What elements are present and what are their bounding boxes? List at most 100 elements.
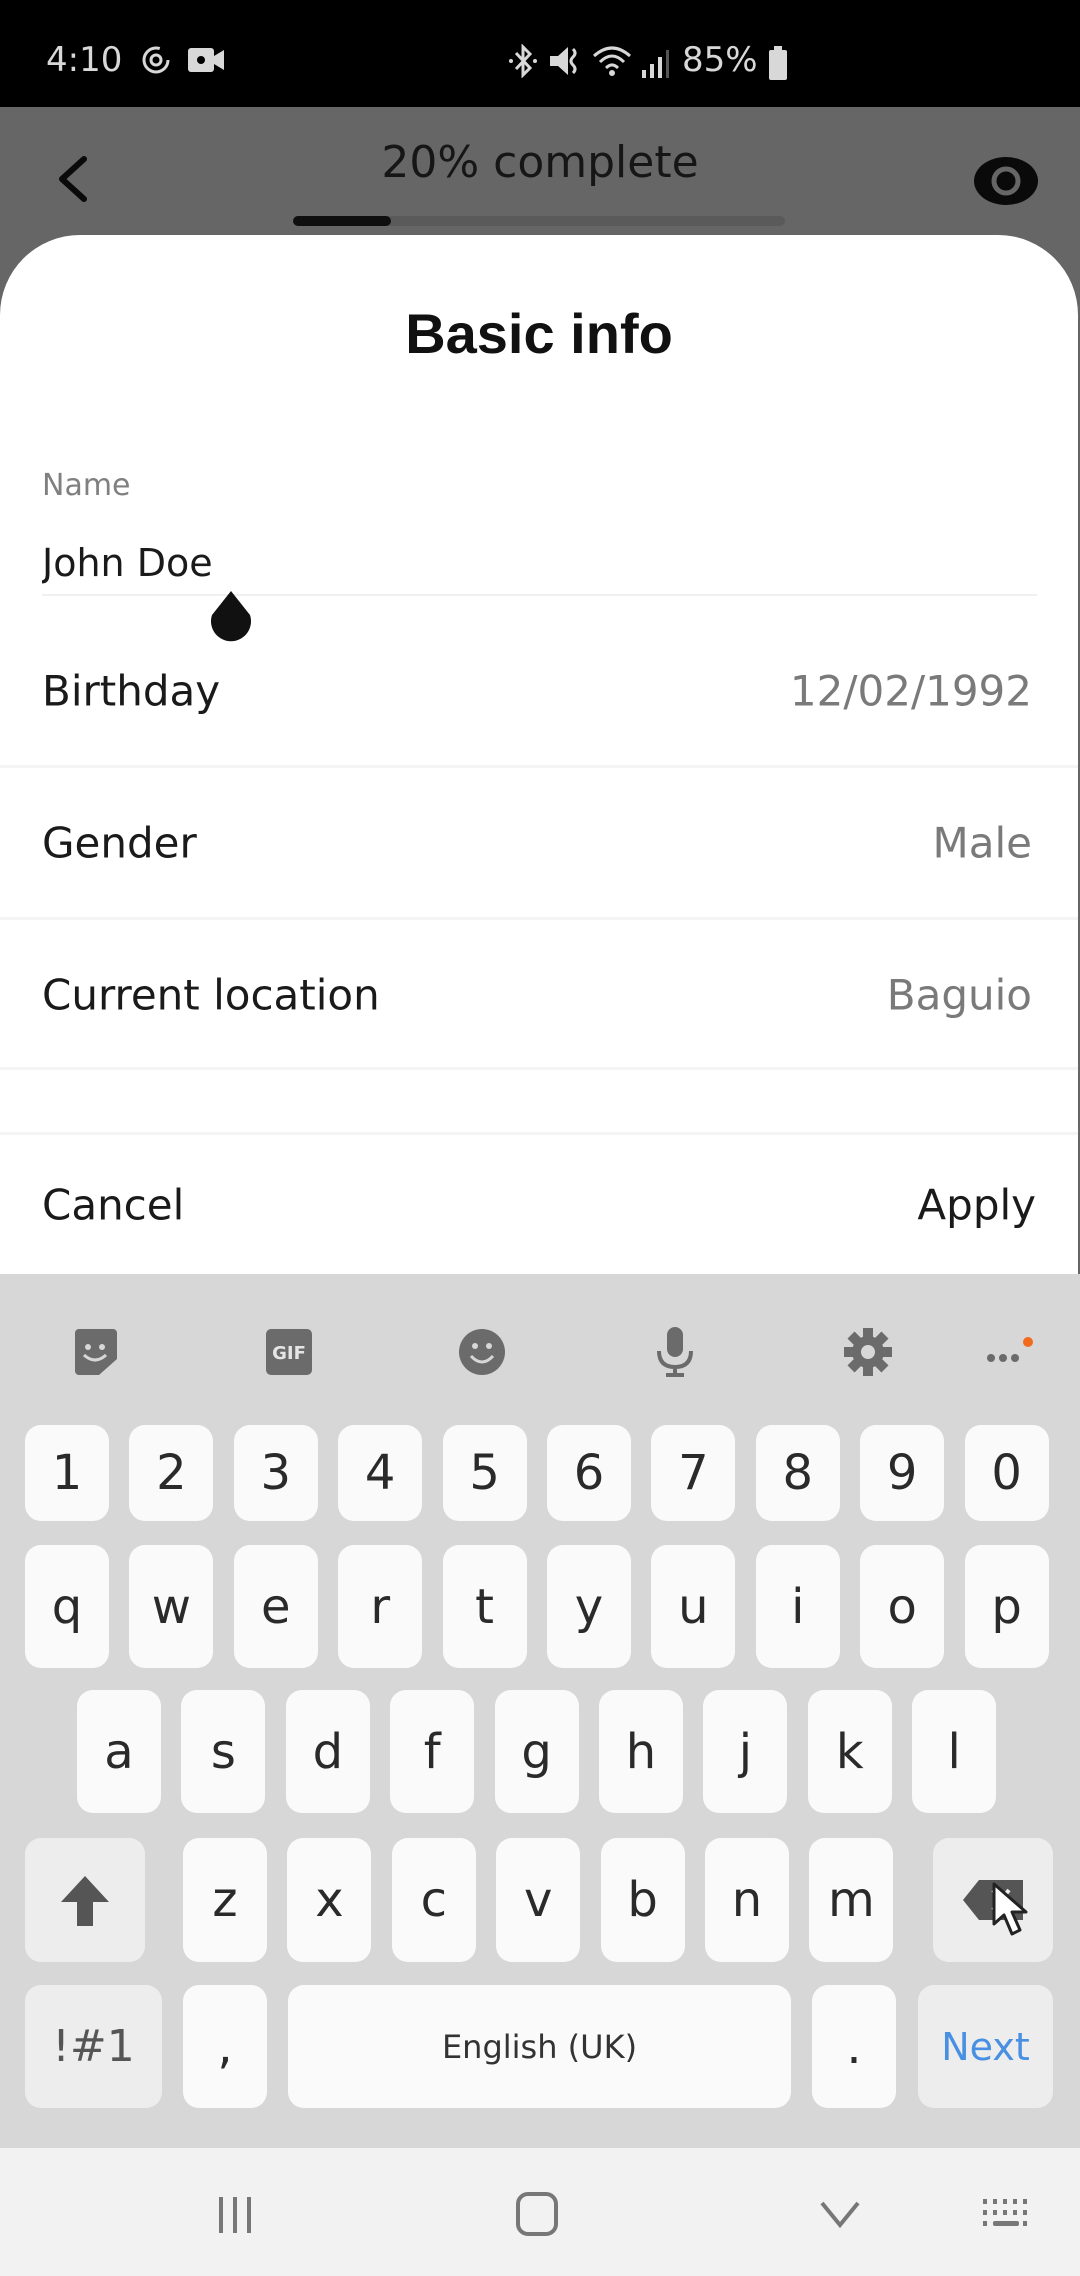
next-key[interactable]: Next xyxy=(918,1985,1053,2108)
key-l[interactable]: l xyxy=(912,1690,997,1813)
key-label: 8 xyxy=(782,1445,814,1501)
key-g[interactable]: g xyxy=(494,1690,579,1813)
key-x[interactable]: x xyxy=(287,1838,372,1962)
name-underline xyxy=(42,594,1037,596)
key-c[interactable]: c xyxy=(391,1838,476,1962)
keyboard-switch-icon xyxy=(983,2199,1027,2226)
gif-button[interactable]: GIF xyxy=(259,1322,319,1382)
key-label: n xyxy=(731,1872,763,1928)
key-v[interactable]: v xyxy=(496,1838,581,1962)
home-button[interactable] xyxy=(502,2184,572,2244)
keyboard-switch-button[interactable] xyxy=(972,2184,1042,2244)
key-label: 5 xyxy=(469,1445,500,1501)
apply-button[interactable]: Apply xyxy=(917,1180,1036,1229)
status-bar: 4:10 85% xyxy=(0,0,1080,107)
key-5[interactable]: 5 xyxy=(442,1425,527,1521)
gender-value: Male xyxy=(932,818,1032,868)
key-t[interactable]: t xyxy=(442,1545,527,1668)
voice-input-button[interactable] xyxy=(645,1322,705,1382)
battery-percent: 85% xyxy=(682,40,758,80)
key-f[interactable]: f xyxy=(390,1690,475,1813)
key-8[interactable]: 8 xyxy=(755,1425,840,1521)
key-label: r xyxy=(370,1578,391,1635)
current-location-label: Current location xyxy=(42,970,380,1020)
keyboard-settings-button[interactable] xyxy=(838,1322,898,1382)
key-label: f xyxy=(423,1723,441,1780)
key-label: x xyxy=(315,1872,344,1928)
name-label: Name xyxy=(42,468,131,503)
gif-label: GIF xyxy=(272,1343,306,1364)
key-label: 7 xyxy=(678,1445,709,1501)
symbols-key[interactable]: !#1 xyxy=(25,1985,162,2108)
shift-arrow-icon xyxy=(61,1876,109,1926)
emoji-button[interactable] xyxy=(452,1322,512,1382)
key-1[interactable]: 1 xyxy=(25,1425,109,1521)
key-i[interactable]: i xyxy=(755,1545,840,1668)
key-h[interactable]: h xyxy=(599,1690,683,1813)
shift-key[interactable] xyxy=(25,1838,145,1962)
key-e[interactable]: e xyxy=(233,1545,318,1668)
birthday-row[interactable]: Birthday 12/02/1992 xyxy=(0,616,1078,766)
key-label: q xyxy=(51,1578,83,1635)
key-p[interactable]: p xyxy=(964,1545,1049,1668)
key-n[interactable]: n xyxy=(705,1838,789,1962)
backspace-key[interactable] xyxy=(933,1838,1053,1962)
key-label: g xyxy=(521,1723,552,1780)
key-9[interactable]: 9 xyxy=(860,1425,945,1521)
period-key[interactable]: . xyxy=(812,1985,896,2108)
key-label: s xyxy=(210,1723,236,1780)
cancel-button[interactable]: Cancel xyxy=(42,1180,184,1229)
key-label: a xyxy=(104,1723,134,1780)
key-label: w xyxy=(151,1578,192,1635)
space-key[interactable]: English (UK) xyxy=(288,1985,791,2108)
key-z[interactable]: z xyxy=(183,1838,267,1962)
key-b[interactable]: b xyxy=(600,1838,685,1962)
key-6[interactable]: 6 xyxy=(547,1425,631,1521)
preview-button[interactable] xyxy=(968,153,1044,209)
key-label: 0 xyxy=(991,1445,1022,1501)
key-7[interactable]: 7 xyxy=(651,1425,736,1521)
key-j[interactable]: j xyxy=(703,1690,788,1813)
sync-icon xyxy=(140,44,172,80)
key-a[interactable]: a xyxy=(77,1690,161,1813)
key-label: h xyxy=(625,1723,657,1780)
more-options-button[interactable] xyxy=(976,1322,1036,1382)
key-0[interactable]: 0 xyxy=(964,1425,1049,1521)
key-d[interactable]: d xyxy=(285,1690,370,1813)
key-label: p xyxy=(991,1578,1022,1635)
key-label: e xyxy=(261,1578,291,1635)
key-4[interactable]: 4 xyxy=(338,1425,423,1521)
key-label: k xyxy=(835,1723,864,1780)
comma-key[interactable]: , xyxy=(183,1985,267,2108)
sticker-button[interactable] xyxy=(66,1322,126,1382)
hide-keyboard-button[interactable] xyxy=(805,2184,875,2244)
key-label: c xyxy=(420,1872,447,1928)
key-o[interactable]: o xyxy=(860,1545,945,1668)
key-3[interactable]: 3 xyxy=(233,1425,318,1521)
key-s[interactable]: s xyxy=(181,1690,266,1813)
key-k[interactable]: k xyxy=(807,1690,892,1813)
key-label: t xyxy=(475,1578,494,1635)
signal-icon xyxy=(640,48,670,82)
key-m[interactable]: m xyxy=(809,1838,894,1962)
divider xyxy=(0,1067,1078,1070)
key-w[interactable]: w xyxy=(129,1545,214,1668)
key-label: v xyxy=(523,1872,553,1928)
sticker-icon xyxy=(75,1329,117,1375)
progress-bar xyxy=(293,216,785,226)
name-input[interactable] xyxy=(42,532,1037,594)
gender-row[interactable]: Gender Male xyxy=(0,768,1078,918)
keyboard: GIF !#1 , English (UK) . Next 1 2 3 4 5 6 7 8 9 0… xyxy=(0,1274,1080,2148)
more-icon xyxy=(987,1337,1033,1362)
key-2[interactable]: 2 xyxy=(129,1425,214,1521)
recent-apps-button[interactable] xyxy=(200,2184,270,2244)
key-q[interactable]: q xyxy=(25,1545,109,1668)
notification-dot xyxy=(1023,1337,1033,1347)
key-u[interactable]: u xyxy=(651,1545,736,1668)
key-y[interactable]: y xyxy=(547,1545,631,1668)
key-r[interactable]: r xyxy=(338,1545,423,1668)
wifi-icon xyxy=(592,44,632,82)
eye-icon xyxy=(974,157,1038,205)
key-label: d xyxy=(312,1723,344,1780)
current-location-row[interactable]: Current location Baguio xyxy=(0,920,1078,1070)
